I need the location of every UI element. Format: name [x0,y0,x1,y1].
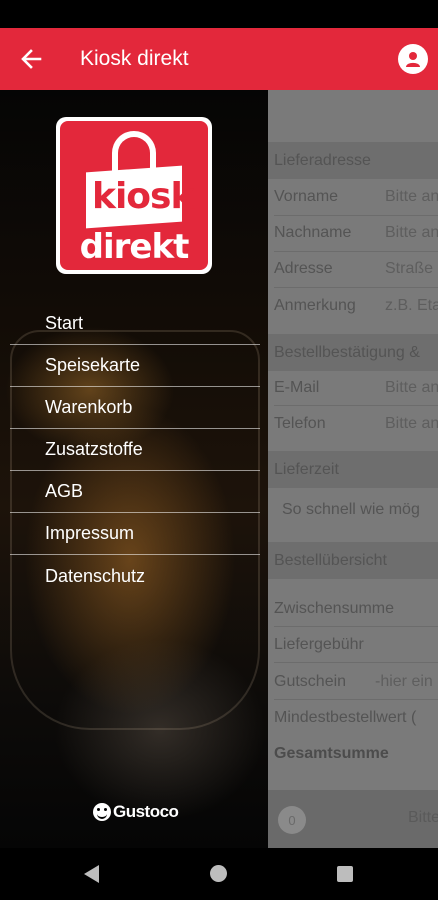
menu-item-speisekarte[interactable]: Speisekarte [10,345,260,387]
menu-item-start[interactable]: Start [10,303,260,345]
delivery-time-select[interactable]: So schnell wie mög [268,490,438,530]
section-confirmation: Bestellbestätigung & [268,334,438,371]
arrow-left-icon [21,49,42,69]
menu-item-zusatzstoffe[interactable]: Zusatzstoffe [10,429,260,471]
nav-home-icon[interactable] [210,865,227,882]
last-name-field[interactable]: Nachname Bitte an [268,214,438,251]
nav-recents-icon[interactable] [337,866,353,882]
field-label: Vorname [274,187,339,205]
section-order-overview: Bestellübersicht [268,542,438,579]
field-placeholder: Bitte an [385,187,438,205]
account-icon [406,52,420,67]
profile-button[interactable] [398,44,428,74]
voucher-field[interactable]: Gutschein -hier ein [268,663,438,700]
field-label: Gutschein [274,672,347,690]
app-bar: Kiosk direkt [0,28,438,90]
menu-item-datenschutz[interactable]: Datenschutz [10,555,260,597]
menu-item-agb[interactable]: AGB [10,471,260,513]
app-title: Kiosk direkt [80,47,189,70]
nav-back-icon[interactable] [84,865,99,883]
field-label: Nachname [274,223,352,241]
cart-count-badge: 0 [278,806,306,834]
section-header: Lieferzeit [274,460,339,478]
section-header: Bestellübersicht [274,551,387,569]
gustoco-label: Gustoco [113,802,179,821]
order-form: Lieferadresse Vorname Bitte an Nachname … [268,90,438,848]
field-placeholder: Straße [385,259,434,277]
status-bar [0,0,438,28]
gustoco-brand[interactable]: Gustoco [93,802,179,822]
back-button[interactable] [0,28,62,90]
email-field[interactable]: E-Mail Bitte an [268,369,438,406]
navigation-drawer: kiosk direkt Start Speisekarte Warenkorb… [0,90,268,848]
field-label: Adresse [274,259,333,277]
field-label: Telefon [274,414,326,432]
field-placeholder: -hier ein [375,672,433,690]
menu-item-impressum[interactable]: Impressum [10,513,260,555]
field-label: Anmerkung [274,296,356,314]
section-delivery-time: Lieferzeit [268,451,438,488]
checkout-bar[interactable]: 0 Bitte [268,790,438,848]
address-field[interactable]: Adresse Straße [268,250,438,287]
section-header: Bestellbestätigung & [274,343,420,361]
total-row: Gesamtsumme [268,735,438,772]
kiosk-direkt-logo: kiosk direkt [56,117,212,274]
field-placeholder: Bitte an [385,414,438,432]
logo-word-direkt: direkt [79,227,190,267]
field-placeholder: Bitte an [385,378,438,396]
field-placeholder: z.B. Eta [385,296,438,314]
system-nav-bar [0,848,438,900]
section-delivery-address: Lieferadresse [268,142,438,179]
subtotal-label: Zwischensumme [274,599,395,617]
field-placeholder: Bitte an [385,223,438,241]
min-order-row: Mindestbestellwert ( [268,699,438,736]
subtotal-row: Zwischensumme [268,590,438,627]
drawer-menu: Start Speisekarte Warenkorb Zusatzstoffe… [10,303,260,597]
delivery-fee-row: Liefergebühr [268,626,438,663]
min-order-label: Mindestbestellwert ( [274,708,417,726]
menu-item-warenkorb[interactable]: Warenkorb [10,387,260,429]
field-label: E-Mail [274,378,320,396]
section-header: Lieferadresse [274,151,371,169]
smiley-icon [93,803,111,821]
phone-field[interactable]: Telefon Bitte an [268,405,438,442]
total-label: Gesamtsumme [274,744,389,762]
logo-background: kiosk direkt [60,121,208,270]
delivery-time-value: So schnell wie mög [282,501,420,518]
delivery-fee-label: Liefergebühr [274,635,364,653]
first-name-field[interactable]: Vorname Bitte an [268,178,438,215]
checkout-text: Bitte [408,809,438,826]
note-field[interactable]: Anmerkung z.B. Eta [268,287,438,324]
logo-word-kiosk: kiosk [92,176,194,217]
